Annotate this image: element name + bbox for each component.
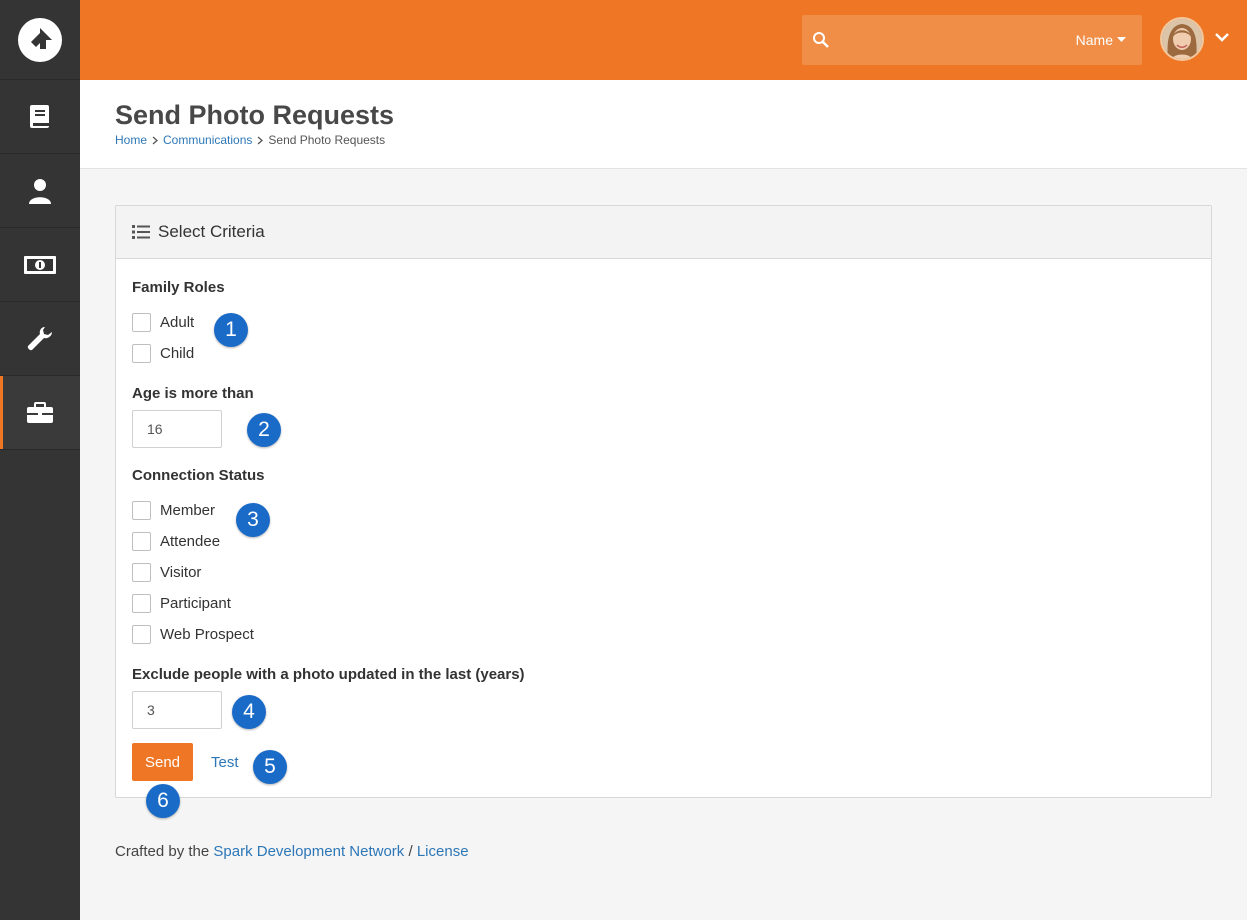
sidebar-item-book[interactable] bbox=[0, 80, 80, 154]
checkbox-attendee[interactable]: Attendee bbox=[132, 532, 220, 551]
checkbox-box[interactable] bbox=[132, 313, 151, 332]
list-icon bbox=[132, 225, 150, 239]
connection-status-label: Connection Status bbox=[132, 467, 265, 484]
search-scope-dropdown[interactable]: Name bbox=[1076, 15, 1126, 65]
exclude-label: Exclude people with a photo updated in t… bbox=[132, 666, 525, 683]
checkbox-participant[interactable]: Participant bbox=[132, 594, 231, 613]
sidebar bbox=[0, 0, 80, 920]
footer-separator: / bbox=[408, 843, 413, 860]
page-title: Send Photo Requests bbox=[115, 100, 395, 130]
checkbox-label: Participant bbox=[160, 595, 231, 612]
test-link[interactable]: Test bbox=[211, 754, 239, 771]
callout-badge: 3 bbox=[236, 503, 270, 537]
criteria-panel: Select Criteria Family Roles Adult Child… bbox=[115, 205, 1212, 818]
book-icon bbox=[30, 104, 49, 128]
search-icon bbox=[813, 32, 829, 48]
sidebar-item-admin[interactable] bbox=[0, 376, 80, 450]
chevron-right-icon bbox=[152, 136, 159, 144]
breadcrumb-current: Send Photo Requests bbox=[268, 133, 386, 147]
chevron-right-icon bbox=[257, 136, 264, 144]
caret-down-icon bbox=[1117, 37, 1126, 42]
checkbox-label: Visitor bbox=[160, 564, 202, 581]
checkbox-label: Member bbox=[160, 502, 216, 519]
panel-title: Select Criteria bbox=[158, 222, 265, 241]
sidebar-item-finance[interactable] bbox=[0, 228, 80, 302]
panel-heading: Select Criteria bbox=[116, 206, 1211, 259]
exclude-years-input[interactable] bbox=[132, 691, 222, 729]
rock-logo-icon[interactable] bbox=[18, 17, 62, 62]
person-icon bbox=[29, 178, 51, 204]
checkbox-child[interactable]: Child bbox=[132, 344, 194, 363]
age-input[interactable] bbox=[132, 410, 222, 448]
sidebar-item-people[interactable] bbox=[0, 154, 80, 228]
send-button[interactable]: Send bbox=[132, 743, 193, 781]
checkbox-box[interactable] bbox=[132, 344, 151, 363]
checkbox-box[interactable] bbox=[132, 594, 151, 613]
age-label: Age is more than bbox=[132, 385, 254, 402]
checkbox-box[interactable] bbox=[132, 625, 151, 644]
callout-badge: 6 bbox=[146, 784, 180, 818]
avatar[interactable] bbox=[1160, 17, 1204, 61]
footer: Crafted by the Spark Development Network… bbox=[115, 843, 469, 860]
family-roles-label: Family Roles bbox=[132, 279, 225, 296]
breadcrumb-communications[interactable]: Communications bbox=[163, 133, 252, 147]
checkbox-visitor[interactable]: Visitor bbox=[132, 563, 201, 582]
footer-license-link[interactable]: License bbox=[417, 843, 469, 860]
callout-badge: 4 bbox=[232, 695, 266, 729]
search-box: Name bbox=[802, 15, 1142, 65]
checkbox-label: Child bbox=[160, 345, 195, 362]
checkbox-box[interactable] bbox=[132, 501, 151, 520]
search-scope-label: Name bbox=[1075, 32, 1113, 48]
panel-body: Family Roles Adult Child 1 Age is more t… bbox=[116, 259, 1211, 797]
top-bar: Name bbox=[80, 0, 1247, 80]
search-input[interactable] bbox=[838, 27, 1058, 53]
checkbox-box[interactable] bbox=[132, 532, 151, 551]
checkbox-box[interactable] bbox=[132, 563, 151, 582]
footer-spark-link[interactable]: Spark Development Network bbox=[213, 843, 404, 860]
chevron-down-icon[interactable] bbox=[1214, 32, 1230, 42]
checkbox-label: Adult bbox=[160, 314, 195, 331]
callout-badge: 1 bbox=[214, 313, 248, 347]
sidebar-item-tools[interactable] bbox=[0, 302, 80, 376]
checkbox-web-prospect[interactable]: Web Prospect bbox=[132, 625, 254, 644]
money-icon bbox=[24, 255, 56, 274]
breadcrumb: Home Communications Send Photo Requests bbox=[115, 133, 385, 147]
footer-prefix: Crafted by the bbox=[115, 843, 210, 860]
checkbox-member[interactable]: Member bbox=[132, 501, 215, 520]
checkbox-adult[interactable]: Adult bbox=[132, 313, 194, 332]
checkbox-label: Attendee bbox=[160, 533, 221, 550]
briefcase-icon bbox=[27, 401, 53, 423]
callout-badge: 2 bbox=[247, 413, 281, 447]
checkbox-label: Web Prospect bbox=[160, 626, 254, 643]
logo-area bbox=[0, 0, 80, 80]
page-header: Send Photo Requests Home Communications … bbox=[80, 80, 1247, 169]
breadcrumb-home[interactable]: Home bbox=[115, 133, 147, 147]
callout-badge: 5 bbox=[253, 750, 287, 784]
wrench-icon bbox=[27, 326, 52, 350]
